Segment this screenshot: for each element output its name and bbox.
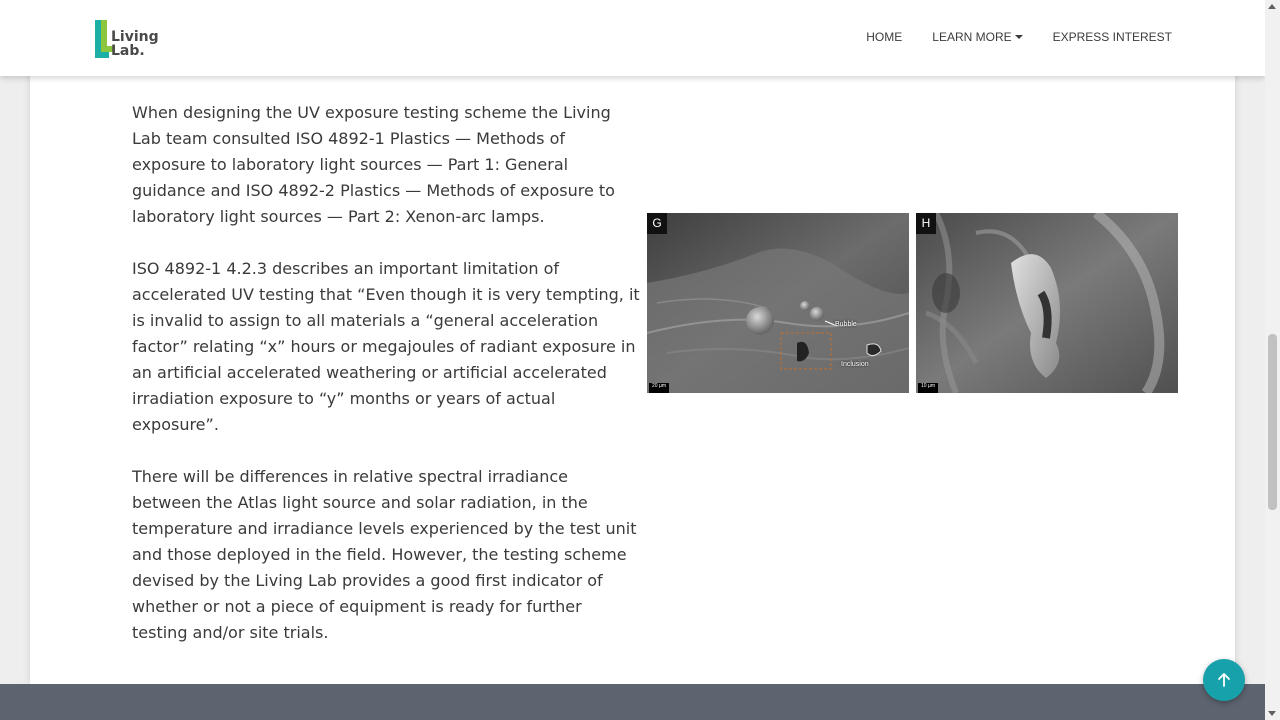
sem-image-g: [647, 213, 909, 393]
logo-line-1: Living: [111, 29, 159, 45]
main-nav: HOME LEARN MORE EXPRESS INTEREST: [866, 30, 1172, 44]
content-card: When designing the UV exposure testing s…: [30, 0, 1235, 684]
scroll-up-arrow-icon[interactable]: [1268, 4, 1276, 9]
panel-label-h: H: [916, 213, 936, 234]
nav-express-interest-label: EXPRESS INTEREST: [1052, 30, 1172, 44]
logo-line-2: Lab.: [111, 43, 145, 59]
arrow-up-icon: [1218, 673, 1230, 687]
panel-label-g: G: [647, 213, 667, 234]
nav-learn-more-label: LEARN MORE: [932, 30, 1012, 44]
sem-panel-h: H 10 µm: [916, 213, 1178, 393]
nav-home-label: HOME: [866, 30, 903, 44]
page-scrollbar[interactable]: [1265, 0, 1280, 720]
article-text: When designing the UV exposure testing s…: [132, 100, 642, 672]
scrollbar-thumb[interactable]: [1268, 334, 1277, 510]
page-footer: [0, 684, 1265, 720]
sem-image-h: [916, 213, 1178, 393]
scale-bar-h: 10 µm: [918, 383, 938, 393]
sem-panel-g: G Bubble Inclusion 20 µm: [647, 213, 909, 393]
logo-wordmark: Living Lab.: [111, 30, 159, 58]
paragraph-iso-standards: When designing the UV exposure testing s…: [132, 103, 615, 226]
annotation-bubble: Bubble: [835, 321, 857, 328]
nav-express-interest[interactable]: EXPRESS INTEREST: [1053, 30, 1172, 44]
caret-down-icon: [1014, 35, 1023, 39]
living-lab-logo[interactable]: Living Lab.: [93, 18, 159, 60]
sem-figure: G Bubble Inclusion 20 µm H 10 µm: [647, 213, 1178, 393]
nav-learn-more[interactable]: LEARN MORE: [932, 30, 1023, 44]
scale-bar-g: 20 µm: [649, 383, 669, 393]
top-navbar: Living Lab. HOME LEARN MORE EXPRESS INTE…: [0, 0, 1265, 76]
scroll-down-arrow-icon[interactable]: [1268, 711, 1276, 716]
paragraph-acceleration-limitation: ISO 4892-1 4.2.3 describes an important …: [132, 259, 640, 434]
nav-home[interactable]: HOME: [866, 30, 902, 44]
paragraph-testing-differences: There will be differences in relative sp…: [132, 467, 637, 642]
annotation-inclusion: Inclusion: [841, 361, 869, 368]
back-to-top-button[interactable]: [1203, 659, 1245, 701]
